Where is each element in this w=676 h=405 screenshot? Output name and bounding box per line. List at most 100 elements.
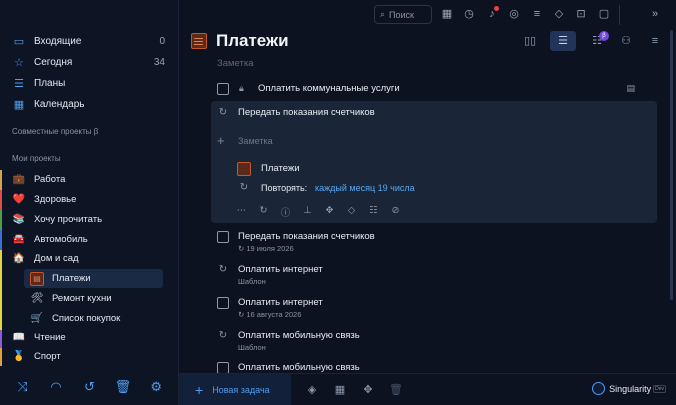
beta-badge: β [599,31,609,41]
window-icon[interactable]: ▢ [597,7,611,21]
task-title: Оплатить мобильную связь [238,330,360,341]
lock-icon: 🔒︎ [239,83,244,93]
attachment-icon[interactable]: ⊘ [390,205,401,219]
my-projects-title[interactable]: Мои проекты [12,154,61,163]
rainbow-icon[interactable]: ◠ [47,379,65,395]
task-title: Оплатить коммунальные услуги [258,83,400,94]
brand: Singularity Dev [592,382,666,395]
project-label: Чтение [34,332,66,343]
project-note-placeholder[interactable]: Заметка [217,58,254,69]
task-template-label: Шаблон [238,343,266,352]
project-car[interactable]: 🚘 Автомобиль [0,230,179,249]
project-health[interactable]: ❤️ Здоровье [0,190,179,209]
task-title: Оплатить мобильную связь [238,362,360,373]
project-label: Здоровье [34,194,77,205]
task-checkbox[interactable] [217,83,229,95]
briefcase-icon: 💼 [12,174,26,185]
pin-icon[interactable]: ⊥ [302,205,313,219]
search-box[interactable]: ⌕ [374,5,432,24]
tag-icon[interactable]: ◇ [552,7,566,21]
sidebar-item-plans[interactable]: ☰ Планы [0,73,179,93]
add-user-icon[interactable]: ⚇ [618,33,634,49]
task-row[interactable]: Оплатить интернет ↻ 16 августа 2026 [211,294,661,319]
task-row[interactable]: Оплатить мобильную связь [211,359,661,373]
filter-icon[interactable]: ≡ [530,7,544,21]
repeat-icon[interactable]: ↻ [258,205,269,219]
sidebar-item-calendar[interactable]: ▦ Календарь [0,94,179,114]
task-row[interactable]: ↻ Оплатить интернет Шаблон [211,261,661,286]
repeat-value[interactable]: каждый месяц 19 числа [315,183,415,193]
search-icon: ⌕ [380,9,386,19]
bottom-bar: + Новая задача ◈ ▦ ✥ 🗑 Singularity Dev [179,373,676,405]
task-row[interactable]: Передать показания счетчиков ↻ 19 июля 2… [211,228,661,253]
more-icon[interactable]: ⋯ [236,205,247,219]
repeat-icon: ↻ [218,107,228,118]
project-work[interactable]: 💼 Работа [0,170,179,189]
sidebar-item-count: 34 [153,56,165,68]
timer-icon[interactable]: ◷ [462,7,476,21]
move-icon[interactable]: ✥ [324,205,335,219]
project-label: Дом и сад [34,253,79,264]
heart-icon: ❤️ [12,194,26,205]
task-project[interactable]: Платежи [261,163,300,174]
project-home-garden[interactable]: 🏠 Дом и сад [0,249,179,268]
task-checkbox[interactable] [217,297,229,309]
task-row[interactable]: ↻ Оплатить мобильную связь Шаблон [211,327,661,352]
sidebar-item-inbox[interactable]: ▭ Входящие 0 [0,31,179,51]
screenshot-icon[interactable]: ⊡ [574,7,588,21]
sort-icon[interactable]: ≡ [647,33,663,49]
new-task-label: Новая задача [212,385,270,395]
tag-icon[interactable]: ◇ [346,205,357,219]
trash-icon[interactable]: 🗑 [389,383,403,396]
sidebar-item-today[interactable]: ☆ Сегодня 34 [0,52,179,72]
repeat-icon: ↻ [218,330,228,341]
singularity-logo-icon [592,382,606,395]
note-input[interactable]: Заметка [238,136,273,146]
project-sport[interactable]: 🥇 Спорт [0,347,179,366]
project-reading-list[interactable]: 📚 Хочу прочитать [0,210,179,229]
priority-icon[interactable]: ⓘ [280,205,291,219]
search-input[interactable] [389,9,428,20]
medal-icon: 🥇 [12,351,26,362]
project-shopping-list[interactable]: 🛒 Список покупок [0,309,179,328]
sidebar-item-label: Сегодня [34,56,73,68]
list-view-icon[interactable]: ☰ [550,31,576,51]
task-date: ↻ 16 августа 2026 [238,310,302,319]
collapse-icon[interactable]: » [648,7,662,21]
scrollbar[interactable] [670,30,673,300]
checklist-icon[interactable]: ☷ [368,205,379,219]
add-icon[interactable]: + [217,133,225,148]
new-task-button[interactable]: + Новая задача [179,374,291,405]
cart-icon: 🛒 [30,313,44,324]
task-checkbox[interactable] [217,362,229,373]
payments-icon [237,162,251,176]
project-label: Работа [34,174,66,185]
task-edit-card[interactable]: ↻ Передать показания счетчиков + Заметка… [211,101,657,223]
project-label: Автомобиль [34,234,88,245]
focus-icon[interactable]: ◎ [507,7,521,21]
settings-icon[interactable]: ⚙ [147,379,165,395]
kanban-icon[interactable]: ▯▯ [522,33,538,49]
task-row[interactable]: 🔒︎ Оплатить коммунальные услуги ▤ [211,80,661,102]
task-checkbox[interactable] [217,231,229,243]
page-title: Платежи [216,31,289,50]
repeat-label: Повторять: [261,183,308,193]
project-reading[interactable]: 📖 Чтение [0,328,179,347]
history-icon[interactable]: ↺ [80,379,98,395]
shuffle-icon[interactable]: ⤨ [14,379,32,395]
trash-icon[interactable]: 🗑 [114,379,132,395]
plus-icon: + [195,382,204,398]
project-kitchen-repair[interactable]: 🛠 Ремонт кухни [0,289,179,308]
project-payments[interactable]: ▤ Платежи [0,269,179,288]
move-icon[interactable]: ✥ [361,383,375,396]
calendar-icon[interactable]: ▦ [333,383,347,396]
task-title-input[interactable]: Передать показания счетчиков [238,107,375,118]
brand-tag: Dev [653,384,666,393]
books-icon: 📚 [12,214,26,225]
shared-projects-title[interactable]: Совместные проекты β [12,127,98,136]
book-icon: 📖 [12,332,26,343]
note-icon: ▤ [626,83,635,93]
sidebar-item-label: Календарь [34,98,85,110]
calendar-icon[interactable]: ▦ [440,7,454,21]
layers-icon[interactable]: ◈ [305,383,319,396]
